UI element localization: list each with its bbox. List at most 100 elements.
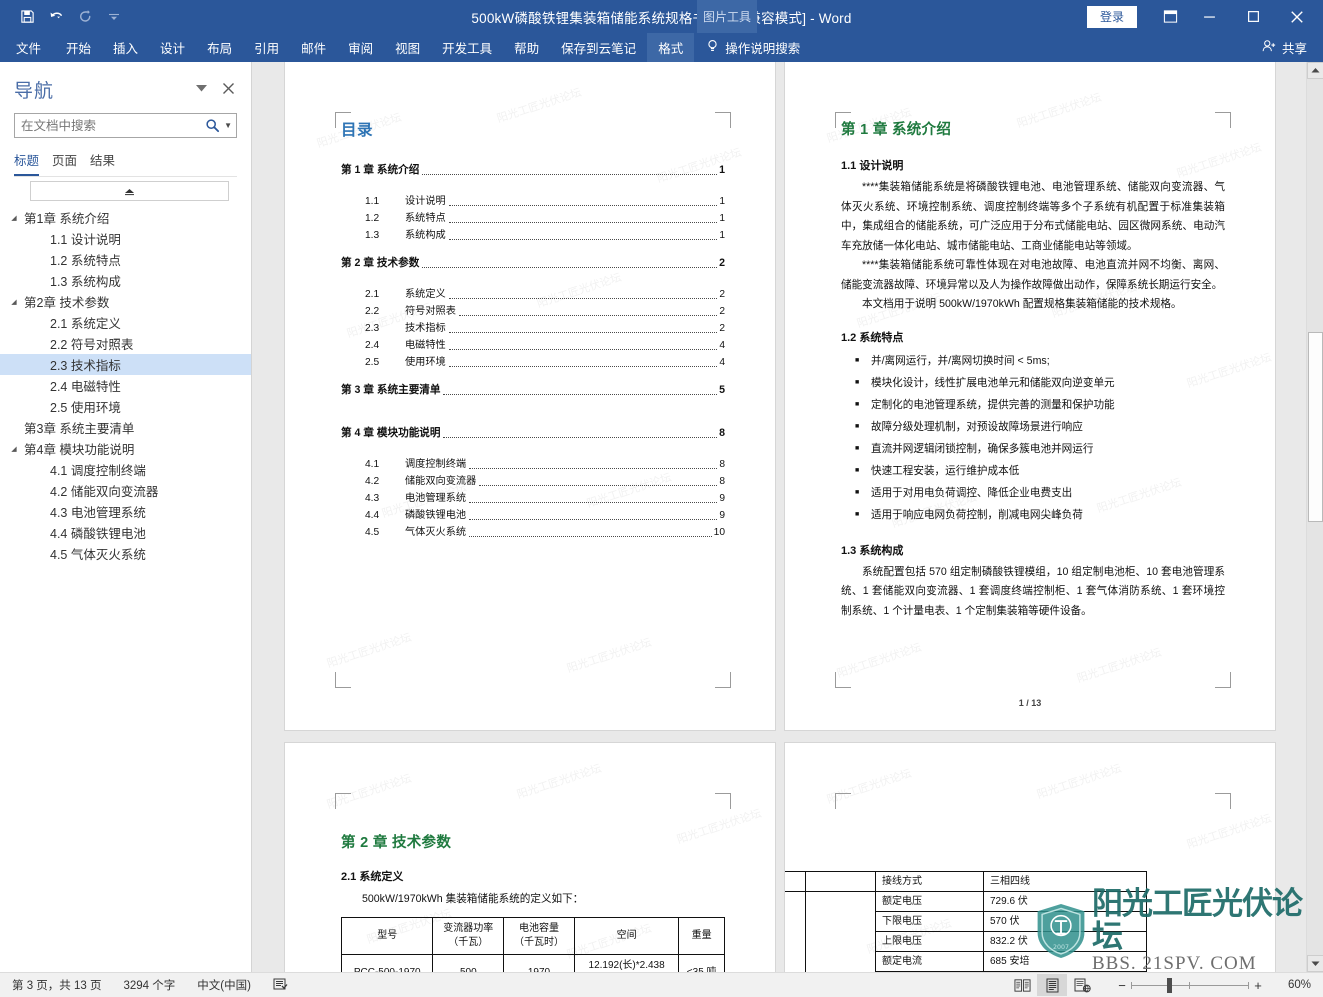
ribbon-tab-developer[interactable]: 开发工具 [431, 33, 503, 62]
language-indicator[interactable]: 中文(中国) [197, 977, 273, 993]
proofing-errors-icon[interactable] [273, 977, 310, 994]
zoom-out-button[interactable]: − [1113, 978, 1131, 993]
document-page-dc-table[interactable]: 阳光工匠光伏论坛 阳光工匠光伏论坛 阳光工匠光伏论坛 阳光工匠光伏论坛 接线方式 [785, 743, 1275, 972]
crop-mark-top-left [835, 793, 851, 809]
nav-heading-4-4[interactable]: ◢ 4.4 磷酸铁锂电池 [0, 522, 251, 543]
redo-icon[interactable] [72, 5, 98, 29]
scroll-up-headings-button[interactable] [30, 181, 229, 201]
toc-entry[interactable]: 4.2 储能双向变流器 8 [341, 473, 725, 490]
nav-heading-2-4[interactable]: ◢ 2.4 电磁特性 [0, 375, 251, 396]
table-cell-key: 上限电压 [875, 931, 984, 952]
zoom-slider[interactable] [1131, 977, 1249, 994]
ribbon-tab-format[interactable]: 格式 [647, 33, 695, 62]
read-mode-icon[interactable] [1007, 974, 1037, 996]
web-layout-icon[interactable] [1067, 974, 1097, 996]
ribbon-tab-home[interactable]: 开始 [55, 33, 102, 62]
sign-in-button[interactable]: 登录 [1086, 5, 1137, 28]
ribbon-tab-mailings[interactable]: 邮件 [290, 33, 337, 62]
toc-entry-label: 储能双向变流器 [405, 476, 477, 487]
ribbon-tab-file[interactable]: 文件 [0, 33, 55, 62]
toc-entry[interactable]: 第 4 章 模块功能说明 8 [341, 425, 725, 442]
collapse-triangle-icon[interactable]: ◢ [6, 445, 22, 453]
collapse-triangle-icon[interactable]: ◢ [6, 214, 22, 222]
nav-heading-2-3[interactable]: ◢ 2.3 技术指标 [0, 354, 251, 375]
toc-entry[interactable]: 1.1 设计说明 1 [341, 193, 725, 210]
word-count[interactable]: 3294 个字 [123, 977, 197, 993]
toc-entry[interactable]: 1.2 系统特点 1 [341, 210, 725, 227]
ribbon-tab-save-to-cloud-notes[interactable]: 保存到云笔记 [550, 33, 647, 62]
navigation-search-box[interactable]: ▼ [14, 113, 237, 138]
document-page-toc[interactable]: 阳光工匠光伏论坛 阳光工匠光伏论坛 阳光工匠光伏论坛 阳光工匠光伏论坛 阳光工匠… [285, 62, 775, 730]
toc-entry[interactable]: 第 2 章 技术参数 2 [341, 255, 725, 272]
ribbon-tab-references[interactable]: 引用 [243, 33, 290, 62]
toc-entry-page: 5 [719, 384, 725, 396]
ribbon-tab-insert[interactable]: 插入 [102, 33, 149, 62]
toc-entry[interactable]: 第 1 章 系统介绍 1 [341, 162, 725, 179]
ribbon-tab-view[interactable]: 视图 [384, 33, 431, 62]
list-item: 并/离网运行，并/离网切换时间 < 5ms; [841, 350, 1225, 372]
document-page-chapter2[interactable]: 阳光工匠光伏论坛 阳光工匠光伏论坛 阳光工匠光伏论坛 阳光工匠光伏论坛 阳光工匠… [285, 743, 775, 972]
close-button[interactable] [1275, 0, 1319, 33]
scrollbar-thumb[interactable] [1308, 332, 1323, 522]
nav-heading-4-3[interactable]: ◢ 4.3 电池管理系统 [0, 501, 251, 522]
toc-entry[interactable]: 1.3 系统构成 1 [341, 227, 725, 244]
section-2-1-intro: 500kW/1970kWh 集装箱储能系统的定义如下： [362, 893, 584, 905]
toc-entry[interactable]: 2.2 符号对照表 2 [341, 303, 725, 320]
toc-entry[interactable]: 4.1 调度控制终端 8 [341, 456, 725, 473]
vertical-scrollbar[interactable] [1306, 62, 1323, 972]
search-icon[interactable] [205, 118, 220, 133]
zoom-in-button[interactable]: + [1249, 978, 1267, 993]
print-layout-icon[interactable] [1037, 974, 1067, 996]
navigation-pane-menu-icon[interactable] [195, 84, 208, 93]
ribbon-display-options-icon[interactable] [1153, 0, 1187, 33]
customize-qat-icon[interactable] [101, 5, 127, 29]
maximize-button[interactable] [1231, 0, 1275, 33]
zoom-level-label[interactable]: 60% [1267, 979, 1311, 991]
nav-heading-label: 2.4 电磁特性 [50, 380, 121, 394]
toc-entry[interactable]: 2.4 电磁特性 4 [341, 337, 725, 354]
search-input[interactable] [21, 118, 206, 133]
document-canvas[interactable]: 阳光工匠光伏论坛 阳光工匠光伏论坛 阳光工匠光伏论坛 阳光工匠光伏论坛 阳光工匠… [252, 62, 1306, 972]
nav-tab-results[interactable]: 结果 [90, 150, 128, 176]
scroll-up-arrow-icon[interactable] [1307, 62, 1323, 79]
nav-heading-2-1[interactable]: ◢ 2.1 系统定义 [0, 312, 251, 333]
save-icon[interactable] [14, 5, 40, 29]
nav-heading-2-2[interactable]: ◢ 2.2 符号对照表 [0, 333, 251, 354]
nav-heading-ch3[interactable]: ◢ 第3章 系统主要清单 [0, 417, 251, 438]
nav-heading-2-5[interactable]: ◢ 2.5 使用环境 [0, 396, 251, 417]
nav-heading-ch1[interactable]: ◢ 第1章 系统介绍 [0, 207, 251, 228]
nav-heading-4-5[interactable]: ◢ 4.5 气体灭火系统 [0, 543, 251, 564]
share-button[interactable]: 共享 [1262, 33, 1323, 62]
ribbon-tab-layout[interactable]: 布局 [196, 33, 243, 62]
toc-entry[interactable]: 2.5 使用环境 4 [341, 354, 725, 371]
nav-tab-pages[interactable]: 页面 [52, 150, 90, 176]
nav-heading-ch4[interactable]: ◢ 第4章 模块功能说明 [0, 438, 251, 459]
ribbon-tab-help[interactable]: 帮助 [503, 33, 550, 62]
table-cell: PCC-500-1970 [340, 953, 434, 972]
nav-heading-ch2[interactable]: ◢ 第2章 技术参数 [0, 291, 251, 312]
nav-heading-1-1[interactable]: ◢ 1.1 设计说明 [0, 228, 251, 249]
toc-entry[interactable]: 4.4 磷酸铁锂电池 9 [341, 507, 725, 524]
navigation-pane-close-icon[interactable] [222, 82, 235, 95]
nav-heading-1-3[interactable]: ◢ 1.3 系统构成 [0, 270, 251, 291]
nav-heading-1-2[interactable]: ◢ 1.2 系统特点 [0, 249, 251, 270]
page-indicator[interactable]: 第 3 页，共 13 页 [12, 977, 123, 993]
scroll-down-arrow-icon[interactable] [1307, 955, 1323, 972]
zoom-slider-thumb[interactable] [1167, 977, 1172, 993]
toc-entry[interactable]: 2.3 技术指标 2 [341, 320, 725, 337]
search-options-chevron-down-icon[interactable]: ▼ [224, 121, 232, 130]
document-page-chapter1[interactable]: 阳光工匠光伏论坛 阳光工匠光伏论坛 阳光工匠光伏论坛 阳光工匠光伏论坛 阳光工匠… [785, 62, 1275, 730]
nav-heading-4-1[interactable]: ◢ 4.1 调度控制终端 [0, 459, 251, 480]
toc-entry[interactable]: 4.5 气体灭火系统 10 [341, 524, 725, 541]
toc-entry[interactable]: 第 3 章 系统主要清单 5 [341, 382, 725, 399]
nav-heading-4-2[interactable]: ◢ 4.2 储能双向变流器 [0, 480, 251, 501]
collapse-triangle-icon[interactable]: ◢ [6, 298, 22, 306]
ribbon-tab-design[interactable]: 设计 [149, 33, 196, 62]
tell-me-search[interactable]: 操作说明搜索 [694, 33, 800, 62]
toc-entry[interactable]: 2.1 系统定义 2 [341, 286, 725, 303]
ribbon-tab-review[interactable]: 审阅 [337, 33, 384, 62]
undo-icon[interactable] [43, 5, 69, 29]
toc-entry[interactable]: 4.3 电池管理系统 9 [341, 490, 725, 507]
minimize-button[interactable] [1187, 0, 1231, 33]
nav-tab-headings[interactable]: 标题 [14, 150, 52, 176]
